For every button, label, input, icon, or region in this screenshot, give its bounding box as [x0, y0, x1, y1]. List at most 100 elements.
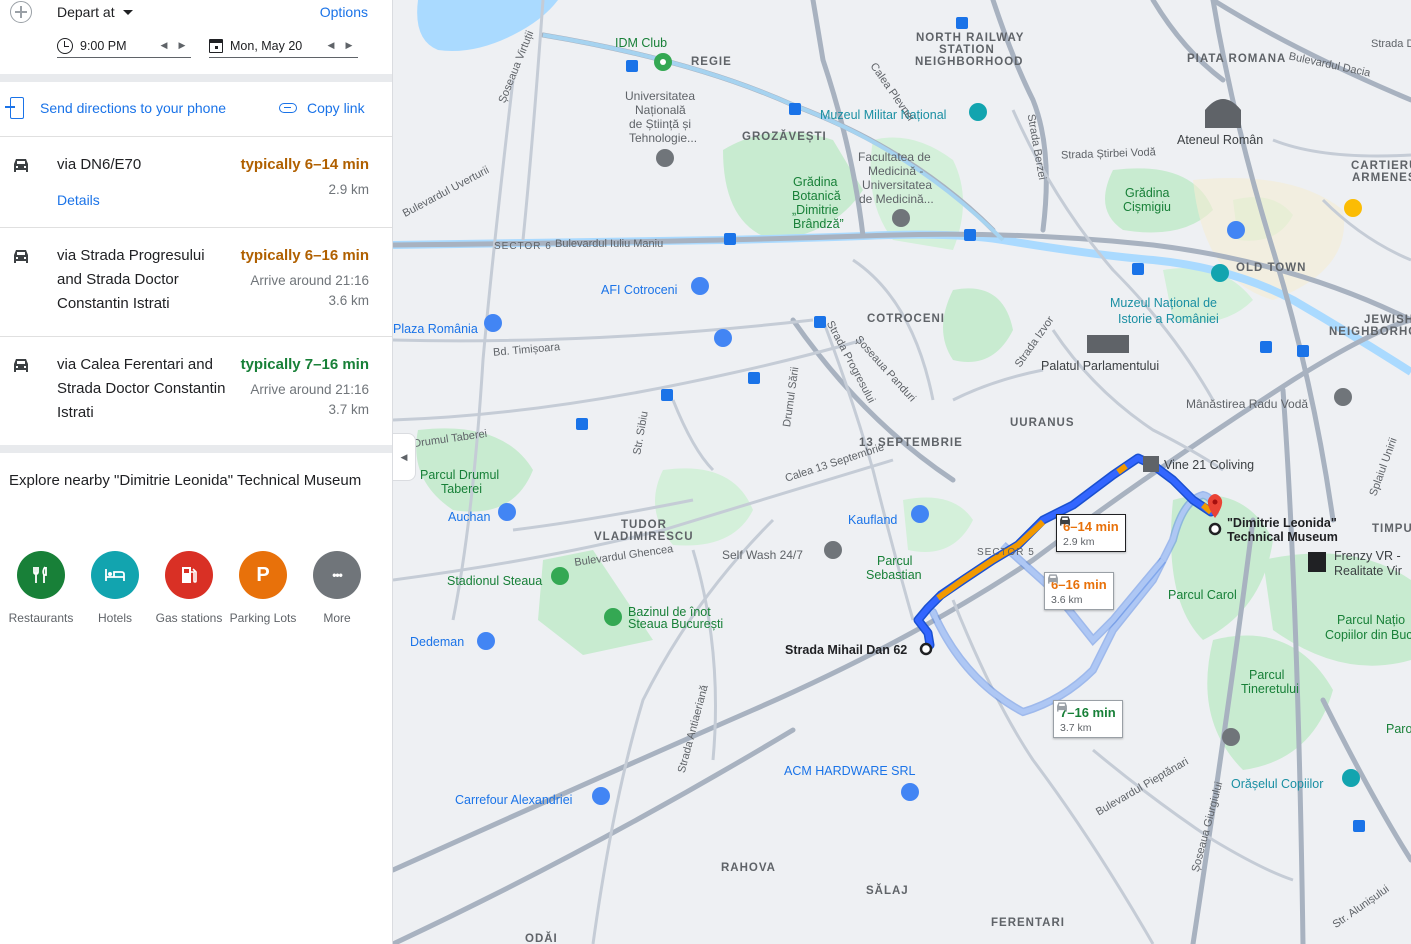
poi-label[interactable]: Parcul — [1249, 668, 1284, 682]
send-to-phone-icon — [5, 97, 24, 119]
route-bubble-2[interactable]: 6–16 min 3.6 km — [1044, 572, 1114, 610]
poi-label[interactable]: Frenzy VR - — [1334, 549, 1401, 563]
poi-label[interactable]: Steaua București — [628, 617, 723, 631]
poi-label[interactable]: AFI Cotroceni — [601, 283, 677, 297]
poi-label[interactable]: Orășelul Copiilor — [1231, 777, 1323, 791]
district-label: NEIGHBORHOOD — [915, 56, 1024, 68]
poi-label[interactable]: Vine 21 Coliving — [1164, 458, 1254, 472]
poi-label[interactable]: Dedeman — [410, 635, 464, 649]
collapse-panel-button[interactable]: ◀ — [393, 433, 416, 481]
depart-at-dropdown[interactable]: Depart at — [57, 4, 133, 20]
poi-label[interactable]: Tineretului — [1241, 682, 1299, 696]
district-label: RAHOVA — [721, 862, 776, 874]
poi-label[interactable]: Paro — [1386, 722, 1411, 736]
poi-label[interactable]: Universitatea — [862, 178, 932, 192]
chevron-left-icon: ◀ — [400, 451, 408, 462]
poi-label[interactable]: ACM HARDWARE SRL — [784, 764, 916, 778]
category-hotels[interactable]: Hotels — [78, 551, 152, 625]
poi-label[interactable]: Parcul — [877, 554, 912, 568]
poi-label[interactable]: Grădina — [1125, 186, 1169, 200]
add-destination-icon[interactable] — [10, 1, 32, 23]
category-restaurants[interactable]: Restaurants — [4, 551, 78, 625]
poi-label[interactable]: de Știință și — [629, 117, 691, 131]
poi-label[interactable]: Grădina — [793, 175, 837, 189]
poi-label[interactable]: Mânăstirea Radu Vodă — [1186, 397, 1308, 411]
poi-label[interactable]: Stadionul Steaua — [447, 574, 542, 588]
poi-label[interactable]: Taberei — [441, 482, 482, 496]
poi-label[interactable]: Istorie a României — [1118, 312, 1219, 326]
poi-label[interactable]: Universitatea — [625, 89, 695, 103]
bubble-distance: 3.6 km — [1051, 594, 1083, 606]
route-option-1[interactable]: via DN6/E70 typically 6–14 min 2.9 km De… — [0, 137, 392, 227]
poi-label[interactable]: Tehnologie... — [629, 131, 697, 145]
car-icon — [14, 359, 28, 372]
district-label: SECTOR 5 — [977, 547, 1035, 558]
options-button[interactable]: Options — [320, 4, 368, 20]
poi-label[interactable]: Plaza România — [393, 322, 478, 336]
section-divider — [0, 445, 392, 453]
origin-label[interactable]: Strada Mihail Dan 62 — [785, 643, 907, 657]
date-field[interactable]: Mon, May 20 ◀ ▶ — [209, 34, 358, 58]
district-label: COTROCENI — [867, 313, 945, 325]
poi-label[interactable]: Realitate Vir — [1334, 564, 1402, 578]
calendar-icon — [209, 38, 223, 53]
poi-label[interactable]: Națională — [635, 103, 686, 117]
poi-label[interactable]: Botanică — [792, 189, 841, 203]
poi-label[interactable]: Ateneul Român — [1177, 133, 1263, 147]
poi-label[interactable]: Palatul Parlamentului — [1041, 359, 1159, 373]
poi-label[interactable]: Cișmigiu — [1123, 200, 1171, 214]
date-prev-icon[interactable]: ◀ — [322, 40, 340, 51]
poi-label[interactable]: Muzeul Militar Național — [820, 108, 946, 122]
route-option-2[interactable]: via Strada Progresului and Strada Doctor… — [0, 228, 392, 336]
poi-label[interactable]: Copiilor din Buc — [1325, 628, 1411, 642]
district-label: UURANUS — [1010, 417, 1075, 429]
time-value: 9:00 PM — [80, 38, 127, 53]
poi-label[interactable]: Parcul Națio — [1337, 613, 1405, 627]
poi-label[interactable]: Parcul Carol — [1168, 588, 1237, 602]
route-distance: 3.7 km — [328, 402, 369, 417]
route-title: via Strada Progresului and Strada Doctor… — [57, 247, 205, 312]
poi-label[interactable]: Sebastian — [866, 568, 922, 582]
send-to-phone-button[interactable]: Send directions to your phone — [5, 97, 226, 119]
poi-label[interactable]: Auchan — [448, 510, 490, 524]
poi-label[interactable]: Kaufland — [848, 513, 897, 527]
category-label: More — [323, 611, 351, 625]
category-more[interactable]: ••• More — [300, 551, 374, 625]
copy-link-button[interactable]: Copy link — [279, 100, 365, 116]
street-label: Bulevardul Iuliu Maniu — [555, 238, 664, 250]
bubble-distance: 2.9 km — [1063, 536, 1095, 548]
poi-label[interactable]: Medicină - — [868, 164, 923, 178]
category-label: Gas stations — [155, 611, 223, 625]
parking-icon: P — [239, 551, 287, 599]
poi-label[interactable]: Muzeul Național de — [1110, 296, 1217, 310]
caret-down-icon — [122, 9, 133, 15]
map-canvas[interactable]: REGIE GROZĂVEȘTI NORTH RAILWAY STATION N… — [393, 0, 1411, 944]
poi-label[interactable]: „Dimitrie — [792, 203, 839, 217]
district-label: NEIGHBORHOOD — [1329, 326, 1411, 338]
poi-label[interactable]: Parcul Drumul — [420, 468, 499, 482]
directions-panel: Depart at Options 9:00 PM ◀ ▶ Mon, May 2… — [0, 0, 393, 944]
route-bubble-3[interactable]: 7–16 min 3.7 km — [1053, 700, 1123, 738]
car-icon — [1048, 574, 1058, 584]
poi-label[interactable]: IDM Club — [615, 36, 667, 50]
poi-label[interactable]: Self Wash 24/7 — [722, 548, 803, 562]
district-label: OLD TOWN — [1236, 262, 1307, 274]
route-arrival: Arrive around 21:16 — [250, 273, 369, 288]
time-prev-icon[interactable]: ◀ — [155, 40, 173, 51]
date-value: Mon, May 20 — [230, 38, 303, 53]
poi-label[interactable]: Facultatea de — [858, 150, 931, 164]
time-field[interactable]: 9:00 PM ◀ ▶ — [57, 34, 191, 58]
bubble-distance: 3.7 km — [1060, 722, 1092, 734]
route-option-3[interactable]: via Calea Ferentari and Strada Doctor Co… — [0, 337, 392, 445]
category-parking-lots[interactable]: P Parking Lots — [226, 551, 300, 625]
destination-label-line1[interactable]: "Dimitrie Leonida" — [1227, 516, 1337, 530]
route-bubble-1[interactable]: 6–14 min 2.9 km — [1056, 514, 1126, 552]
route-details-link[interactable]: Details — [57, 192, 100, 208]
poi-label[interactable]: Brândză” — [793, 217, 844, 231]
time-next-icon[interactable]: ▶ — [173, 40, 191, 51]
date-next-icon[interactable]: ▶ — [340, 40, 358, 51]
poi-label[interactable]: Carrefour Alexandriei — [455, 793, 572, 807]
destination-label-line2[interactable]: Technical Museum — [1227, 530, 1338, 544]
poi-label[interactable]: de Medicină... — [859, 192, 934, 206]
category-gas-stations[interactable]: Gas stations — [152, 551, 226, 625]
